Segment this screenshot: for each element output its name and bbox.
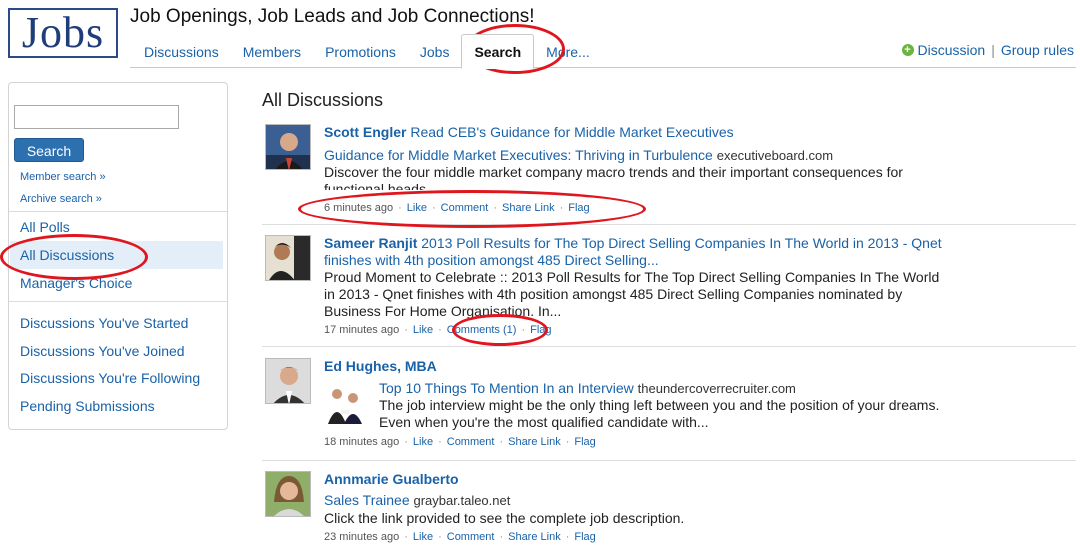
post-snippet: Discover the four middle market company … <box>324 164 903 190</box>
group-tabs: Discussions Members Promotions Jobs Sear… <box>132 32 602 69</box>
post-meta: 17 minutes ago · Like · Comments (1) · Flag <box>324 324 552 336</box>
discussion-item: Scott Engler Read CEB's Guidance for Mid… <box>262 124 1076 220</box>
post-timestamp: 17 minutes ago <box>324 324 400 336</box>
post-meta: 18 minutes ago · Like · Comment · Share Link · F… <box>324 436 596 448</box>
header-actions: + Discussion | Group rules <box>901 42 1074 58</box>
archive-search-link[interactable]: Archive search » <box>20 193 102 205</box>
start-discussion-link[interactable]: Discussion <box>918 42 986 58</box>
comment-link[interactable]: Comment <box>447 436 495 448</box>
avatar[interactable] <box>265 358 311 404</box>
like-link[interactable]: Like <box>413 436 433 448</box>
shared-link-domain: graybar.taleo.net <box>413 493 511 508</box>
group-rules-link[interactable]: Group rules <box>1001 42 1074 58</box>
post-divider <box>262 224 1076 225</box>
comment-link[interactable]: Comment <box>441 202 489 214</box>
post-author[interactable]: Scott Engler <box>324 124 406 140</box>
shared-link-domain: theundercoverrecruiter.com <box>637 381 796 396</box>
discussion-item: Annmarie Gualberto Sales Trainee graybar… <box>262 471 1076 545</box>
flag-link[interactable]: Flag <box>530 324 551 336</box>
tab-members[interactable]: Members <box>231 44 313 68</box>
post-snippet: The job interview might be the only thin… <box>379 397 940 413</box>
tab-promotions[interactable]: Promotions <box>313 44 408 68</box>
link-separator: | <box>991 42 995 58</box>
member-search-link[interactable]: Member search » <box>20 171 106 183</box>
sidebar-item-following[interactable]: Discussions You're Following <box>20 370 200 386</box>
post-timestamp: 6 minutes ago <box>324 202 394 214</box>
plus-icon: + <box>901 44 914 56</box>
avatar[interactable] <box>265 124 311 170</box>
group-logo[interactable]: Jobs <box>8 8 118 58</box>
like-link[interactable]: Like <box>413 324 433 336</box>
share-link[interactable]: Share Link <box>508 531 561 543</box>
flag-link[interactable]: Flag <box>574 531 595 543</box>
sidebar-item-started[interactable]: Discussions You've Started <box>20 315 188 331</box>
group-title: Job Openings, Job Leads and Job Connecti… <box>130 6 535 27</box>
post-author[interactable]: Ed Hughes, MBA <box>324 358 437 374</box>
shared-link-title[interactable]: Guidance for Middle Market Executives: T… <box>324 147 713 163</box>
discussion-item: Sameer Ranjit 2013 Poll Results for The … <box>262 235 1076 343</box>
avatar[interactable] <box>265 471 311 517</box>
post-timestamp: 18 minutes ago <box>324 436 400 448</box>
sidebar-divider <box>9 301 227 302</box>
link-thumbnail[interactable] <box>325 384 365 424</box>
tab-jobs[interactable]: Jobs <box>408 44 462 68</box>
like-link[interactable]: Like <box>407 202 427 214</box>
sidebar: Search Member search » Archive search » … <box>8 82 228 430</box>
sidebar-divider <box>9 211 227 212</box>
post-snippet: Business For Home Organisation. In... <box>324 303 562 319</box>
sidebar-item-joined[interactable]: Discussions You've Joined <box>20 343 185 359</box>
comments-link[interactable]: Comments (1) <box>447 324 517 336</box>
sidebar-search-button[interactable]: Search <box>14 138 84 162</box>
sidebar-search-input[interactable] <box>14 105 179 129</box>
post-title[interactable]: Read CEB's Guidance for Middle Market Ex… <box>410 124 733 140</box>
avatar[interactable] <box>265 235 311 281</box>
flag-link[interactable]: Flag <box>568 202 589 214</box>
post-author[interactable]: Sameer Ranjit <box>324 235 417 251</box>
post-snippet: in 2013 - Qnet finishes with 4th positio… <box>324 286 903 302</box>
comment-link[interactable]: Comment <box>447 531 495 543</box>
page-title: All Discussions <box>262 90 384 110</box>
post-meta: 6 minutes ago · Like · Comment · Share Link · Fl… <box>324 202 590 214</box>
post-title-continued[interactable]: finishes with 4th position amongst 485 D… <box>324 252 659 268</box>
post-timestamp: 23 minutes ago <box>324 531 400 543</box>
post-snippet: Even when you're the most qualified cand… <box>379 414 709 430</box>
shared-link-title[interactable]: Sales Trainee <box>324 492 410 508</box>
post-snippet: Click the link provided to see the compl… <box>324 510 685 526</box>
sidebar-item-pending[interactable]: Pending Submissions <box>20 398 155 414</box>
discussion-item: Ed Hughes, MBA Top 10 Things To Mention … <box>262 358 1076 454</box>
post-author[interactable]: Annmarie Gualberto <box>324 471 459 487</box>
sidebar-item-all-discussions[interactable]: All Discussions <box>20 247 114 263</box>
tab-discussions[interactable]: Discussions <box>132 44 231 68</box>
share-link[interactable]: Share Link <box>508 436 561 448</box>
tab-search[interactable]: Search <box>461 34 535 69</box>
header-divider <box>130 67 1076 68</box>
shared-link-title[interactable]: Top 10 Things To Mention In an Interview <box>379 380 634 396</box>
post-divider <box>262 346 1076 347</box>
shared-link-domain: executiveboard.com <box>716 148 834 163</box>
tab-more[interactable]: More... <box>534 44 602 68</box>
post-snippet: Proud Moment to Celebrate :: 2013 Poll R… <box>324 269 940 285</box>
flag-link[interactable]: Flag <box>574 436 595 448</box>
sidebar-item-all-polls[interactable]: All Polls <box>20 219 70 235</box>
like-link[interactable]: Like <box>413 531 433 543</box>
sidebar-item-managers-choice[interactable]: Manager's Choice <box>20 275 132 291</box>
share-link[interactable]: Share Link <box>502 202 555 214</box>
post-meta: 23 minutes ago · Like · Comment · Share Link · F… <box>324 531 596 543</box>
post-title[interactable]: 2013 Poll Results for The Top Direct Sel… <box>421 235 941 251</box>
post-divider <box>262 460 1076 461</box>
